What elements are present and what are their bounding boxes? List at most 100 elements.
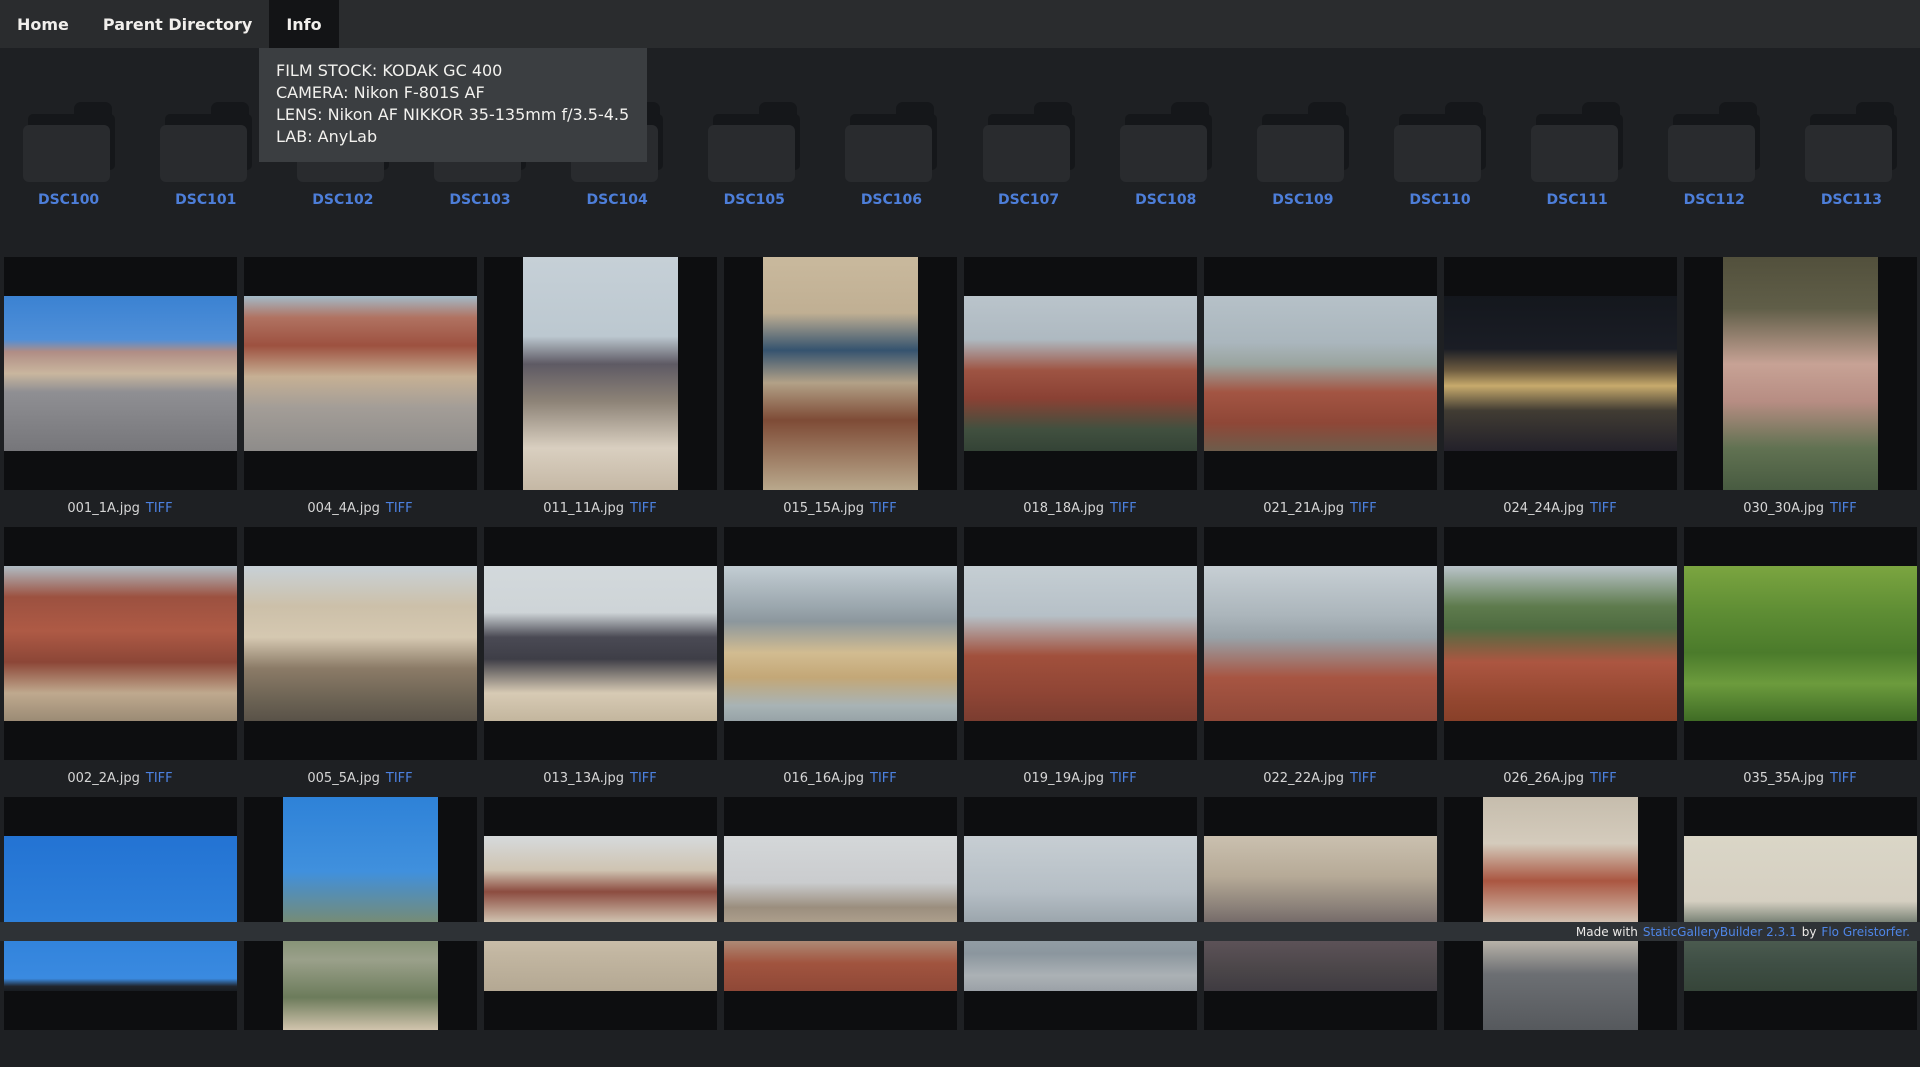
folder-label[interactable]: DSC105 xyxy=(724,192,785,208)
photo-tile[interactable] xyxy=(1204,797,1437,1030)
folder-item[interactable]: DSC105 xyxy=(686,48,823,257)
photo-thumbnail[interactable] xyxy=(964,836,1197,991)
folder-icon[interactable] xyxy=(23,102,115,182)
tiff-link[interactable]: TIFF xyxy=(1350,771,1377,786)
photo-tile[interactable] xyxy=(964,527,1197,760)
photo-thumbnail[interactable] xyxy=(4,836,237,991)
folder-item[interactable]: DSC101 xyxy=(137,48,274,257)
photo-thumbnail[interactable] xyxy=(1444,296,1677,451)
footer-author-link[interactable]: Flo Greistorfer. xyxy=(1821,925,1910,939)
tiff-link[interactable]: TIFF xyxy=(630,501,657,516)
folder-label[interactable]: DSC108 xyxy=(1135,192,1196,208)
photo-thumbnail[interactable] xyxy=(1204,566,1437,721)
folder-label[interactable]: DSC113 xyxy=(1821,192,1882,208)
nav-item-parent-directory[interactable]: Parent Directory xyxy=(86,0,269,48)
photo-tile[interactable] xyxy=(724,527,957,760)
folder-icon[interactable] xyxy=(1257,102,1349,182)
photo-tile[interactable] xyxy=(1444,257,1677,490)
photo-thumbnail[interactable] xyxy=(724,836,957,991)
photo-tile[interactable] xyxy=(484,797,717,1030)
folder-label[interactable]: DSC102 xyxy=(312,192,373,208)
folder-icon[interactable] xyxy=(1120,102,1212,182)
folder-label[interactable]: DSC111 xyxy=(1547,192,1608,208)
tiff-link[interactable]: TIFF xyxy=(870,501,897,516)
folder-icon[interactable] xyxy=(983,102,1075,182)
folder-item[interactable]: DSC111 xyxy=(1509,48,1646,257)
folder-item[interactable]: DSC112 xyxy=(1646,48,1783,257)
photo-thumbnail[interactable] xyxy=(1684,566,1917,721)
tiff-link[interactable]: TIFF xyxy=(386,771,413,786)
tiff-link[interactable]: TIFF xyxy=(386,501,413,516)
photo-tile[interactable] xyxy=(1204,527,1437,760)
folder-item[interactable]: DSC109 xyxy=(1234,48,1371,257)
tiff-link[interactable]: TIFF xyxy=(1590,771,1617,786)
folder-label[interactable]: DSC107 xyxy=(998,192,1059,208)
folder-item[interactable]: DSC113 xyxy=(1783,48,1920,257)
photo-tile[interactable] xyxy=(1684,527,1917,760)
photo-tile[interactable] xyxy=(964,257,1197,490)
photo-thumbnail[interactable] xyxy=(4,296,237,451)
photo-tile[interactable] xyxy=(4,797,237,1030)
tiff-link[interactable]: TIFF xyxy=(870,771,897,786)
nav-item-info[interactable]: Info xyxy=(269,0,338,48)
photo-tile[interactable] xyxy=(1444,527,1677,760)
photo-thumbnail[interactable] xyxy=(1444,566,1677,721)
photo-tile[interactable] xyxy=(964,797,1197,1030)
photo-tile[interactable] xyxy=(484,257,717,490)
photo-thumbnail[interactable] xyxy=(244,296,477,451)
folder-icon[interactable] xyxy=(1531,102,1623,182)
photo-tile[interactable] xyxy=(484,527,717,760)
folder-icon[interactable] xyxy=(1805,102,1897,182)
folder-label[interactable]: DSC106 xyxy=(861,192,922,208)
tiff-link[interactable]: TIFF xyxy=(146,771,173,786)
photo-thumbnail[interactable] xyxy=(523,257,678,490)
photo-thumbnail[interactable] xyxy=(1684,836,1917,991)
photo-tile[interactable] xyxy=(244,527,477,760)
photo-tile[interactable] xyxy=(1444,797,1677,1030)
footer-builder-link[interactable]: StaticGalleryBuilder 2.3.1 xyxy=(1643,925,1797,939)
photo-tile[interactable] xyxy=(724,797,957,1030)
folder-item[interactable]: DSC100 xyxy=(0,48,137,257)
photo-tile[interactable] xyxy=(4,257,237,490)
folder-icon[interactable] xyxy=(708,102,800,182)
folder-item[interactable]: DSC110 xyxy=(1371,48,1508,257)
tiff-link[interactable]: TIFF xyxy=(1830,771,1857,786)
folder-icon[interactable] xyxy=(1394,102,1486,182)
photo-thumbnail[interactable] xyxy=(1204,836,1437,991)
tiff-link[interactable]: TIFF xyxy=(146,501,173,516)
tiff-link[interactable]: TIFF xyxy=(1830,501,1857,516)
tiff-link[interactable]: TIFF xyxy=(1590,501,1617,516)
folder-label[interactable]: DSC109 xyxy=(1272,192,1333,208)
photo-thumbnail[interactable] xyxy=(1723,257,1878,490)
folder-item[interactable]: DSC106 xyxy=(823,48,960,257)
photo-tile[interactable] xyxy=(244,797,477,1030)
nav-item-home[interactable]: Home xyxy=(0,0,86,48)
tiff-link[interactable]: TIFF xyxy=(1350,501,1377,516)
photo-thumbnail[interactable] xyxy=(244,566,477,721)
photo-thumbnail[interactable] xyxy=(1483,797,1638,1030)
folder-item[interactable]: DSC107 xyxy=(960,48,1097,257)
photo-thumbnail[interactable] xyxy=(964,296,1197,451)
folder-label[interactable]: DSC110 xyxy=(1409,192,1470,208)
photo-tile[interactable] xyxy=(724,257,957,490)
folder-label[interactable]: DSC103 xyxy=(449,192,510,208)
folder-icon[interactable] xyxy=(160,102,252,182)
folder-icon[interactable] xyxy=(1668,102,1760,182)
photo-tile[interactable] xyxy=(244,257,477,490)
photo-thumbnail[interactable] xyxy=(763,257,918,490)
folder-item[interactable]: DSC108 xyxy=(1097,48,1234,257)
folder-label[interactable]: DSC101 xyxy=(175,192,236,208)
photo-tile[interactable] xyxy=(1684,797,1917,1030)
photo-thumbnail[interactable] xyxy=(283,797,438,1030)
folder-icon[interactable] xyxy=(845,102,937,182)
folder-label[interactable]: DSC104 xyxy=(587,192,648,208)
photo-thumbnail[interactable] xyxy=(484,836,717,991)
photo-thumbnail[interactable] xyxy=(4,566,237,721)
photo-thumbnail[interactable] xyxy=(724,566,957,721)
photo-thumbnail[interactable] xyxy=(964,566,1197,721)
tiff-link[interactable]: TIFF xyxy=(630,771,657,786)
folder-label[interactable]: DSC112 xyxy=(1684,192,1745,208)
photo-tile[interactable] xyxy=(4,527,237,760)
folder-label[interactable]: DSC100 xyxy=(38,192,99,208)
tiff-link[interactable]: TIFF xyxy=(1110,771,1137,786)
